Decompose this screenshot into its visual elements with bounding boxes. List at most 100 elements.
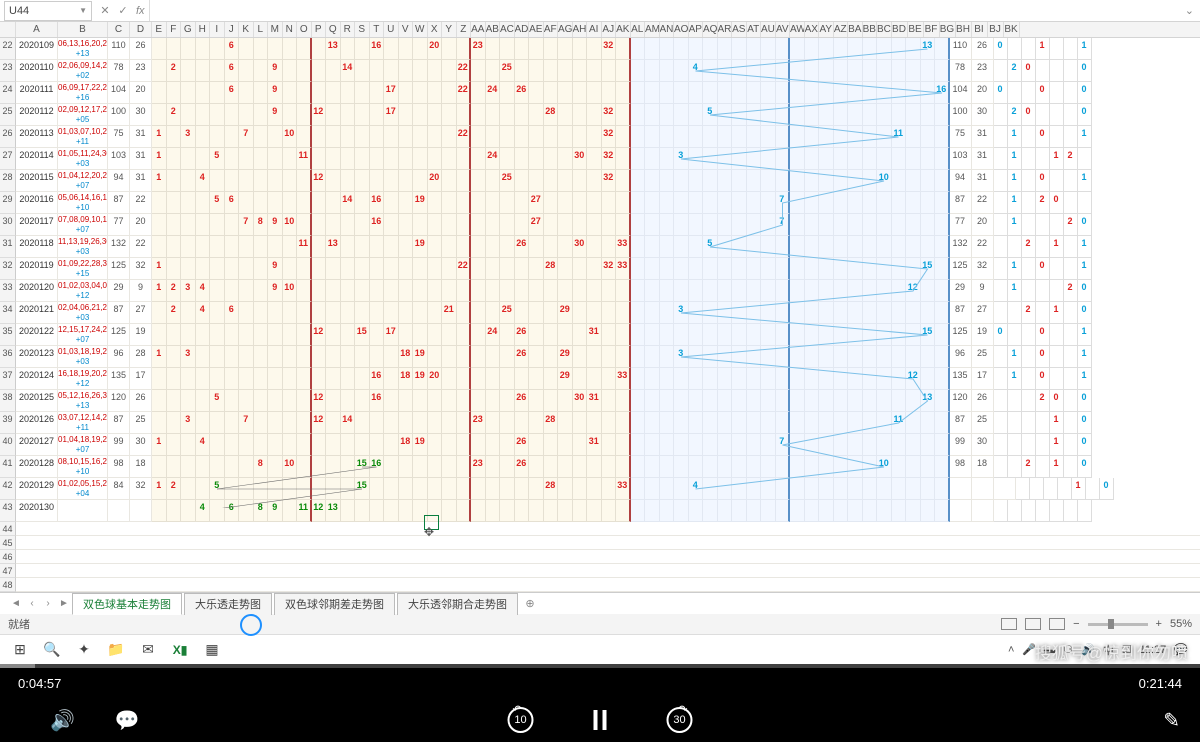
col-header[interactable]: AI <box>587 22 602 37</box>
fx-icon[interactable]: fx <box>136 5 145 17</box>
row-header[interactable]: 42 <box>0 478 16 500</box>
view-normal-icon[interactable] <box>1001 618 1017 630</box>
col-header[interactable]: I <box>210 22 225 37</box>
row-header[interactable]: 37 <box>0 368 16 390</box>
col-header[interactable]: AX <box>805 22 820 37</box>
col-header[interactable]: AK <box>616 22 631 37</box>
col-header[interactable]: AN <box>660 22 675 37</box>
col-header[interactable]: S <box>355 22 370 37</box>
confirm-icon[interactable]: ✓ <box>114 4 132 17</box>
col-header[interactable]: AJ <box>602 22 617 37</box>
col-header[interactable]: J <box>225 22 240 37</box>
row-header[interactable]: 39 <box>0 412 16 434</box>
col-header[interactable]: AM <box>645 22 660 37</box>
col-header[interactable]: AG <box>558 22 573 37</box>
subtitle-icon[interactable]: 💬 <box>115 708 140 733</box>
row-header[interactable]: 33 <box>0 280 16 302</box>
col-header[interactable]: E <box>152 22 167 37</box>
view-pagebreak-icon[interactable] <box>1049 618 1065 630</box>
col-header[interactable]: BF <box>924 22 940 37</box>
col-header[interactable]: M <box>268 22 283 37</box>
col-header[interactable]: AR <box>718 22 733 37</box>
column-headers[interactable]: ABCDEFGHIJKLMNOPQRSTUVWXYZAAABACADAEAFAG… <box>0 22 1200 38</box>
col-header[interactable]: W <box>413 22 428 37</box>
skip-forward-button[interactable]: ↷30 <box>667 707 693 733</box>
col-header[interactable]: P <box>312 22 327 37</box>
sheet-tab[interactable]: 大乐透邻期合走势图 <box>397 593 518 615</box>
row-header[interactable]: 28 <box>0 170 16 192</box>
col-header[interactable]: AO <box>674 22 689 37</box>
tab-nav-prev-icon[interactable]: ‹ <box>24 598 40 609</box>
row-header[interactable]: 38 <box>0 390 16 412</box>
col-header[interactable]: BA <box>848 22 863 37</box>
cancel-icon[interactable]: ✕ <box>96 4 114 17</box>
col-header[interactable]: BD <box>892 22 908 37</box>
row-header[interactable]: 40 <box>0 434 16 456</box>
row-header[interactable]: 23 <box>0 60 16 82</box>
row-header[interactable]: 41 <box>0 456 16 478</box>
app-icon-2[interactable]: ▦ <box>196 638 228 662</box>
col-header[interactable]: O <box>297 22 312 37</box>
spreadsheet-grid[interactable]: ✥ 22202010906,13,16,20,23,32+13110266131… <box>0 38 1200 592</box>
col-header[interactable]: AA <box>471 22 486 37</box>
col-header[interactable]: R <box>341 22 356 37</box>
col-header[interactable]: BJ <box>988 22 1004 37</box>
col-header[interactable]: AC <box>500 22 515 37</box>
seek-bar[interactable] <box>0 664 1200 668</box>
col-header[interactable]: Z <box>457 22 472 37</box>
col-header[interactable]: H <box>196 22 211 37</box>
zoom-slider[interactable] <box>1088 623 1148 626</box>
col-header[interactable]: K <box>239 22 254 37</box>
col-header[interactable]: AD <box>515 22 530 37</box>
col-header[interactable]: L <box>254 22 269 37</box>
row-header[interactable]: 34 <box>0 302 16 324</box>
col-header[interactable]: A <box>16 22 58 37</box>
name-box-dropdown-icon[interactable]: ▼ <box>79 6 87 15</box>
col-header[interactable]: AH <box>573 22 588 37</box>
row-header[interactable]: 27 <box>0 148 16 170</box>
col-header[interactable]: N <box>283 22 298 37</box>
col-header[interactable]: BG <box>940 22 956 37</box>
name-box[interactable]: U44 ▼ <box>4 1 92 21</box>
row-header[interactable]: 26 <box>0 126 16 148</box>
col-header[interactable]: AE <box>529 22 544 37</box>
col-header[interactable]: U <box>384 22 399 37</box>
col-header[interactable]: D <box>130 22 152 37</box>
mail-icon[interactable]: ✉ <box>132 638 164 662</box>
col-header[interactable]: BE <box>908 22 924 37</box>
col-header[interactable]: BH <box>956 22 972 37</box>
tab-nav-first-icon[interactable]: ◄ <box>8 598 24 609</box>
search-icon[interactable]: 🔍 <box>36 638 68 662</box>
col-header[interactable]: AV <box>776 22 791 37</box>
formula-input[interactable] <box>149 0 1179 21</box>
add-sheet-icon[interactable]: ⊕ <box>520 597 540 610</box>
excel-icon[interactable]: X▮ <box>164 638 196 662</box>
volume-icon[interactable]: 🔊 <box>50 708 75 733</box>
col-header[interactable]: AL <box>631 22 646 37</box>
zoom-out-icon[interactable]: − <box>1073 618 1079 630</box>
col-header[interactable]: AB <box>486 22 501 37</box>
start-icon[interactable]: ⊞ <box>4 638 36 662</box>
skip-back-button[interactable]: ↶10 <box>508 707 534 733</box>
sheet-tab[interactable]: 双色球基本走势图 <box>72 593 182 615</box>
col-header[interactable]: Q <box>326 22 341 37</box>
col-header[interactable]: F <box>167 22 182 37</box>
file-explorer-icon[interactable]: 📁 <box>100 638 132 662</box>
col-header[interactable]: AQ <box>703 22 718 37</box>
col-header[interactable]: G <box>181 22 196 37</box>
col-header[interactable]: BI <box>972 22 988 37</box>
col-header[interactable]: C <box>108 22 130 37</box>
col-header[interactable]: B <box>58 22 108 37</box>
col-header[interactable]: BB <box>863 22 878 37</box>
tab-nav-last-icon[interactable]: ► <box>56 598 72 609</box>
col-header[interactable]: AW <box>790 22 805 37</box>
col-header[interactable]: Y <box>442 22 457 37</box>
col-header[interactable]: BK <box>1004 22 1020 37</box>
row-header[interactable]: 36 <box>0 346 16 368</box>
tray-up-icon[interactable]: ˄ <box>1008 644 1014 656</box>
row-header[interactable]: 31 <box>0 236 16 258</box>
app-icon-1[interactable]: ✦ <box>68 638 100 662</box>
row-header[interactable]: 24 <box>0 82 16 104</box>
tab-nav-next-icon[interactable]: › <box>40 598 56 609</box>
col-header[interactable]: AY <box>819 22 834 37</box>
